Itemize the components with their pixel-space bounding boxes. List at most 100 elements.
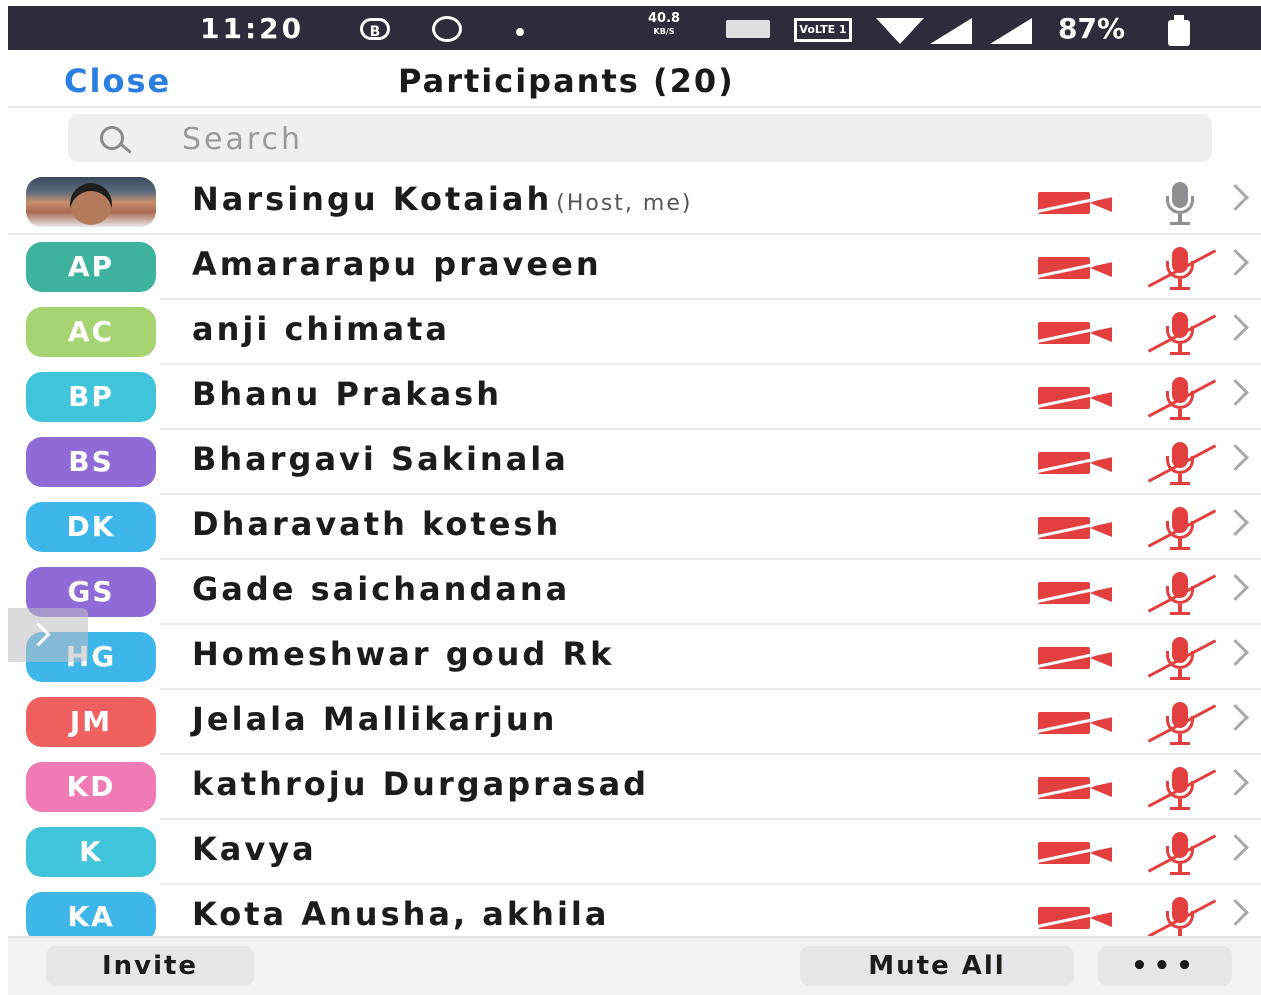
network-speed-unit: KB/S xyxy=(653,27,675,36)
chevron-right-icon[interactable] xyxy=(1222,314,1249,341)
close-button[interactable]: Close xyxy=(64,62,171,100)
battery-icon xyxy=(1168,15,1190,46)
search-icon xyxy=(100,126,124,150)
mic-muted-icon[interactable] xyxy=(1147,702,1217,746)
participant-name-text: Dharavath kotesh xyxy=(192,505,562,543)
participant-row[interactable]: Narsingu Kotaiah (Host, me) xyxy=(8,170,1261,235)
footer-toolbar: Invite Mute All ••• xyxy=(8,936,1261,995)
participant-name: Narsingu Kotaiah (Host, me) xyxy=(192,180,692,218)
video-off-icon[interactable] xyxy=(1034,582,1116,604)
chevron-right-icon[interactable] xyxy=(1222,249,1249,276)
participant-name: Amararapu praveen xyxy=(192,245,602,283)
mic-muted-icon[interactable] xyxy=(1147,767,1217,811)
participant-name: Gade saichandana xyxy=(192,570,570,608)
video-off-icon[interactable] xyxy=(1034,842,1116,864)
more-options-button[interactable]: ••• xyxy=(1098,946,1232,986)
chevron-right-icon[interactable] xyxy=(1222,509,1249,536)
side-panel-toggle[interactable] xyxy=(8,608,88,662)
chevron-right-icon[interactable] xyxy=(1222,899,1249,926)
participant-row[interactable]: DK Dharavath kotesh xyxy=(8,495,1261,560)
mic-muted-icon[interactable] xyxy=(1147,442,1217,486)
participant-name-text: Bhanu Prakash xyxy=(192,375,502,413)
participant-row[interactable]: KA Kota Anusha, akhila xyxy=(8,885,1261,936)
chevron-right-icon xyxy=(26,622,51,647)
avatar: KD xyxy=(26,762,156,812)
whatsapp-icon xyxy=(432,16,462,42)
participant-name: anji chimata xyxy=(192,310,450,348)
search-bar[interactable] xyxy=(68,114,1212,162)
participant-name-text: kathroju Durgaprasad xyxy=(192,765,650,803)
participant-row[interactable]: BS Bhargavi Sakinala xyxy=(8,430,1261,495)
status-bar: 11:20 B 40.8 KB/S VoLTE 1 87% xyxy=(8,6,1261,50)
wifi-icon xyxy=(876,18,924,44)
participant-row[interactable]: AP Amararapu praveen xyxy=(8,235,1261,300)
chevron-right-icon[interactable] xyxy=(1222,444,1249,471)
participant-name: kathroju Durgaprasad xyxy=(192,765,649,803)
volte-icon: VoLTE 1 xyxy=(794,18,852,42)
chevron-right-icon[interactable] xyxy=(1222,379,1249,406)
participant-row[interactable]: HG Homeshwar goud Rk xyxy=(8,625,1261,690)
avatar: JM xyxy=(26,697,156,747)
chevron-right-icon[interactable] xyxy=(1222,834,1249,861)
participant-row[interactable]: BP Bhanu Prakash xyxy=(8,365,1261,430)
mic-muted-icon[interactable] xyxy=(1147,312,1217,356)
video-off-icon[interactable] xyxy=(1034,777,1116,799)
avatar: K xyxy=(26,827,156,877)
invite-button[interactable]: Invite xyxy=(46,946,254,986)
participant-row[interactable]: AC anji chimata xyxy=(8,300,1261,365)
mic-muted-icon[interactable] xyxy=(1147,637,1217,681)
mic-muted-icon[interactable] xyxy=(1147,897,1217,936)
chevron-right-icon[interactable] xyxy=(1222,704,1249,731)
participant-name: Kota Anusha, akhila xyxy=(192,895,609,933)
video-off-icon[interactable] xyxy=(1034,712,1116,734)
mic-muted-icon[interactable] xyxy=(1147,507,1217,551)
mic-muted-icon[interactable] xyxy=(1147,572,1217,616)
participant-name-text: Gade saichandana xyxy=(192,570,571,608)
participant-name-text: Kavya xyxy=(192,830,317,868)
participant-name: Dharavath kotesh xyxy=(192,505,561,543)
chevron-right-icon[interactable] xyxy=(1222,769,1249,796)
network-speed: 40.8 KB/S xyxy=(648,12,680,38)
video-off-icon[interactable] xyxy=(1034,907,1116,929)
cast-icon xyxy=(726,20,770,38)
header: Close Participants (20) xyxy=(8,50,1261,108)
video-off-icon[interactable] xyxy=(1034,192,1116,214)
signal-icon-1 xyxy=(930,18,972,44)
participant-name: Homeshwar goud Rk xyxy=(192,635,614,673)
mic-muted-icon[interactable] xyxy=(1147,377,1217,421)
network-speed-value: 40.8 xyxy=(648,11,681,26)
search-input[interactable] xyxy=(180,118,1084,160)
video-off-icon[interactable] xyxy=(1034,322,1116,344)
participant-name: Kavya xyxy=(192,830,317,868)
participant-row[interactable]: KD kathroju Durgaprasad xyxy=(8,755,1261,820)
video-off-icon[interactable] xyxy=(1034,647,1116,669)
chevron-right-icon[interactable] xyxy=(1222,639,1249,666)
participant-name: Bhargavi Sakinala xyxy=(192,440,569,478)
notification-dot-icon xyxy=(516,28,524,36)
participant-list[interactable]: Narsingu Kotaiah (Host, me) AP Amararapu pr… xyxy=(8,170,1261,936)
status-time: 11:20 xyxy=(200,12,305,45)
video-off-icon[interactable] xyxy=(1034,452,1116,474)
chevron-right-icon[interactable] xyxy=(1222,574,1249,601)
participant-name-text: Bhargavi Sakinala xyxy=(192,440,569,478)
mic-icon[interactable] xyxy=(1158,182,1202,226)
page-title: Participants (20) xyxy=(398,62,735,100)
participant-row[interactable]: GS Gade saichandana xyxy=(8,560,1261,625)
video-off-icon[interactable] xyxy=(1034,387,1116,409)
mic-muted-icon[interactable] xyxy=(1147,247,1217,291)
video-off-icon[interactable] xyxy=(1034,517,1116,539)
chevron-right-icon[interactable] xyxy=(1222,184,1249,211)
participant-name-text: anji chimata xyxy=(192,310,450,348)
avatar xyxy=(26,177,156,227)
signal-icon-2 xyxy=(990,18,1032,44)
mic-muted-icon[interactable] xyxy=(1147,832,1217,876)
avatar: AC xyxy=(26,307,156,357)
video-off-icon[interactable] xyxy=(1034,257,1116,279)
participant-row[interactable]: JM Jelala Mallikarjun xyxy=(8,690,1261,755)
participant-name-text: Kota Anusha, akhila xyxy=(192,895,610,933)
mute-all-button[interactable]: Mute All xyxy=(800,946,1074,986)
participant-name-text: Homeshwar goud Rk xyxy=(192,635,615,673)
participant-name-text: Jelala Mallikarjun xyxy=(192,700,558,738)
participant-role: (Host, me) xyxy=(556,191,693,216)
participant-row[interactable]: K Kavya xyxy=(8,820,1261,885)
